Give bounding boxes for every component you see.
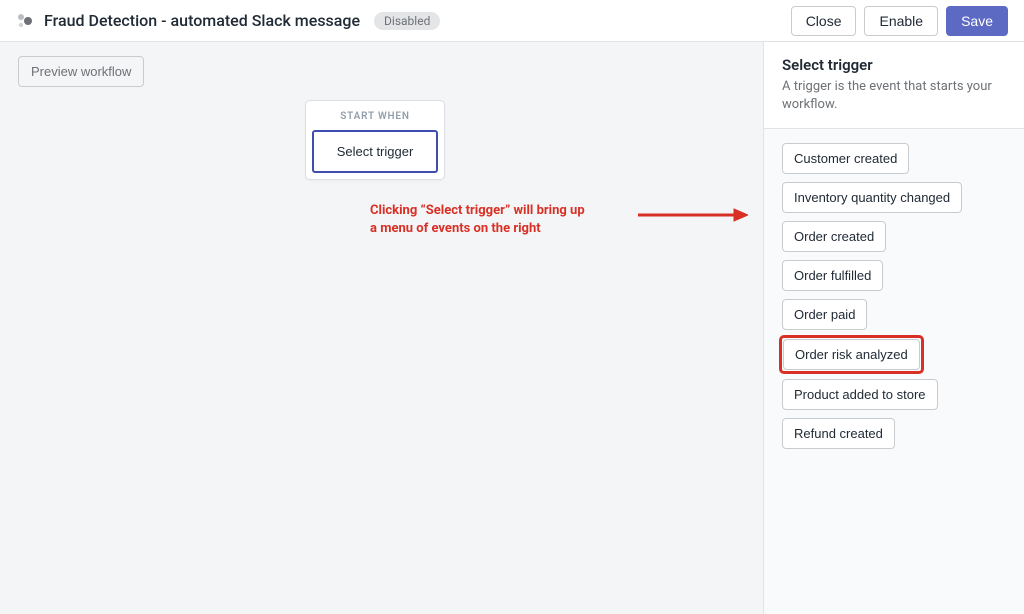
select-trigger-button[interactable]: Select trigger: [312, 130, 438, 173]
trigger-item[interactable]: Order created: [782, 221, 886, 252]
trigger-item[interactable]: Order fulfilled: [782, 260, 883, 291]
trigger-item[interactable]: Inventory quantity changed: [782, 182, 962, 213]
trigger-item-wrap: Order paid: [782, 299, 867, 330]
sidebar-title: Select trigger: [782, 56, 1006, 74]
enable-button[interactable]: Enable: [864, 6, 938, 36]
annotation-text: Clicking “Select trigger” will bring up …: [370, 202, 585, 238]
trigger-item[interactable]: Order risk analyzed: [783, 339, 920, 370]
workflow-canvas: Preview workflow START WHEN Select trigg…: [0, 42, 764, 614]
status-badge: Disabled: [374, 12, 440, 30]
trigger-item-wrap: Order fulfilled: [782, 260, 883, 291]
main-content: Preview workflow START WHEN Select trigg…: [0, 42, 1024, 614]
trigger-item-wrap: Refund created: [782, 418, 895, 449]
page-title: Fraud Detection - automated Slack messag…: [44, 11, 360, 30]
trigger-item[interactable]: Order paid: [782, 299, 867, 330]
sidebar-header: Select trigger A trigger is the event th…: [764, 42, 1024, 129]
trigger-item-wrap: Order created: [782, 221, 886, 252]
trigger-item[interactable]: Refund created: [782, 418, 895, 449]
header-actions: Close Enable Save: [791, 6, 1008, 36]
preview-workflow-button[interactable]: Preview workflow: [18, 56, 144, 87]
workflow-icon: [16, 12, 34, 30]
trigger-item[interactable]: Customer created: [782, 143, 909, 174]
trigger-list: Customer created Inventory quantity chang…: [764, 129, 1024, 614]
annotation-arrow-icon: [638, 208, 748, 222]
trigger-item-wrap: Customer created: [782, 143, 909, 174]
trigger-item-wrap: Product added to store: [782, 379, 938, 410]
trigger-item-wrap: Inventory quantity changed: [782, 182, 962, 213]
top-header: Fraud Detection - automated Slack messag…: [0, 0, 1024, 42]
sidebar-subtitle: A trigger is the event that starts your …: [782, 78, 1006, 114]
right-sidebar: Select trigger A trigger is the event th…: [764, 42, 1024, 614]
close-button[interactable]: Close: [791, 6, 857, 36]
trigger-item-wrap: Order risk analyzed: [782, 338, 921, 371]
annotation-line2: a menu of events on the right: [370, 220, 585, 238]
trigger-item[interactable]: Product added to store: [782, 379, 938, 410]
save-button[interactable]: Save: [946, 6, 1008, 36]
start-node: START WHEN Select trigger: [305, 100, 445, 180]
annotation-line1: Clicking “Select trigger” will bring up: [370, 202, 585, 220]
start-node-caption: START WHEN: [312, 107, 438, 130]
